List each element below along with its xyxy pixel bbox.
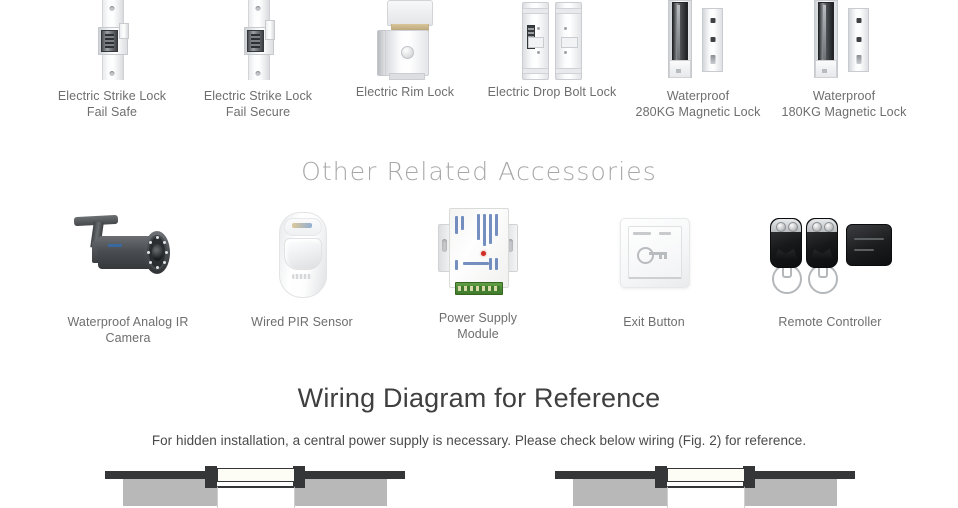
product-cell-electric-strike-lock-fail-safe[interactable]: Electric Strike Lock Fail Safe	[30, 0, 194, 120]
wiring-section-subtitle: For hidden installation, a central power…	[151, 433, 807, 448]
product-cell-remote-controller[interactable]: Remote Controller	[760, 208, 900, 330]
product-caption-line1: Waterproof	[812, 89, 876, 103]
wiring-diagram-right	[555, 466, 855, 508]
product-cell-electric-strike-lock-fail-secure[interactable]: Electric Strike Lock Fail Secure	[176, 0, 340, 120]
waterproof-280kg-magnetic-lock-icon	[616, 0, 780, 80]
product-cell-waterproof-analog-ir-camera[interactable]: Waterproof Analog IR Camera	[45, 208, 211, 346]
wiring-section-title: Wiring Diagram for Reference	[297, 383, 661, 413]
product-caption-line1: Waterproof	[666, 89, 730, 103]
product-caption-line1: Exit Button	[623, 315, 685, 329]
product-caption-line1: Electric Drop Bolt Lock	[487, 85, 617, 99]
product-cell-power-supply-module[interactable]: Power Supply Module	[408, 204, 548, 342]
exit-button-icon	[584, 208, 724, 300]
product-caption-line2: Module	[457, 327, 499, 341]
product-caption-line2: 180KG Magnetic Lock	[781, 105, 907, 119]
product-cell-electric-drop-bolt-lock[interactable]: Electric Drop Bolt Lock	[470, 0, 634, 100]
waterproof-analog-ir-camera-icon	[45, 208, 211, 300]
product-cell-exit-button[interactable]: Exit Button	[584, 208, 724, 330]
product-cell-wired-pir-sensor[interactable]: Wired PIR Sensor	[232, 208, 372, 330]
electric-strike-lock-fail-secure-icon	[176, 0, 340, 80]
product-caption-line2: Fail Safe	[86, 105, 138, 119]
product-cell-electric-rim-lock[interactable]: Electric Rim Lock	[323, 0, 487, 100]
electric-rim-lock-icon	[323, 0, 487, 80]
electric-strike-lock-fail-safe-icon	[30, 0, 194, 80]
product-caption-line1: Electric Rim Lock	[355, 85, 455, 99]
product-caption-line1: Remote Controller	[778, 315, 882, 329]
wiring-diagram-left	[105, 466, 405, 508]
electric-drop-bolt-lock-icon	[470, 0, 634, 80]
product-cell-waterproof-180kg-magnetic-lock[interactable]: Waterproof 180KG Magnetic Lock	[762, 0, 926, 120]
power-supply-module-icon	[408, 204, 548, 300]
accessories-section-title: Other Related Accessories	[301, 157, 657, 186]
product-caption-line1: Wired PIR Sensor	[251, 315, 353, 329]
product-page: Electric Strike Lock Fail Safe Electric …	[0, 0, 958, 508]
product-caption-line1: Power Supply	[438, 311, 518, 325]
product-caption-line1: Electric Strike Lock	[203, 89, 313, 103]
remote-controller-icon	[760, 208, 900, 300]
wired-pir-sensor-icon	[232, 208, 372, 300]
product-caption-line2: 280KG Magnetic Lock	[635, 105, 761, 119]
waterproof-180kg-magnetic-lock-icon	[762, 0, 926, 80]
product-caption-line1: Waterproof Analog IR Camera	[67, 315, 189, 345]
product-cell-waterproof-280kg-magnetic-lock[interactable]: Waterproof 280KG Magnetic Lock	[616, 0, 780, 120]
product-caption-line1: Electric Strike Lock	[57, 89, 167, 103]
product-caption-line2: Fail Secure	[225, 105, 291, 119]
